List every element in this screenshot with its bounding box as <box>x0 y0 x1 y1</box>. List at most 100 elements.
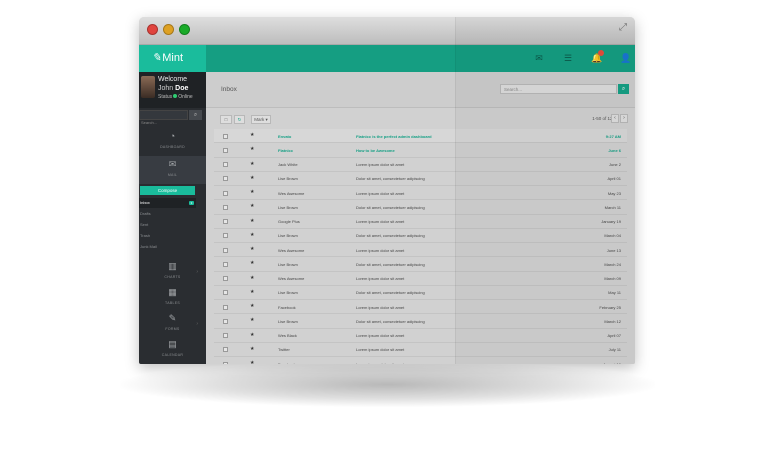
avatar[interactable] <box>141 76 155 98</box>
table-icon: ▦ <box>168 287 177 297</box>
star-icon[interactable]: ★ <box>250 360 254 364</box>
star-icon[interactable]: ★ <box>250 246 254 252</box>
folder-sent[interactable]: Sent <box>139 220 196 230</box>
row-checkbox[interactable] <box>223 147 228 153</box>
table-row[interactable]: ★ Envato Flatnicc is the perfect admin das… <box>214 129 627 144</box>
nav-item-forms[interactable]: ✎ FORMS › <box>139 310 206 338</box>
page-title: Inbox <box>221 86 237 93</box>
row-checkbox[interactable] <box>223 304 228 310</box>
star-icon[interactable]: ★ <box>250 146 254 152</box>
user-icon[interactable]: 👤 <box>620 52 632 64</box>
message-date: August 10 <box>602 361 621 365</box>
sidebar-search-button[interactable]: ⌕ <box>189 110 202 120</box>
row-checkbox[interactable] <box>223 247 228 253</box>
mark-dropdown[interactable]: Mark ▾ <box>251 115 271 124</box>
row-checkbox[interactable] <box>223 276 228 281</box>
compose-button[interactable]: Compose <box>140 186 195 195</box>
table-row[interactable]: ★ Facebook Lorem ipsum dolor sit amet Augus… <box>214 357 627 364</box>
row-checkbox[interactable] <box>223 318 228 324</box>
table-row[interactable]: ★ Lise Brown Dolor sit amet, consectetuer … <box>214 229 627 243</box>
star-icon[interactable]: ★ <box>250 218 254 224</box>
fullscreen-icon[interactable]: ⤢ <box>619 23 629 33</box>
next-page-button[interactable]: › <box>620 114 628 123</box>
table-row[interactable]: ★ Flatnicc How to be Awesome June 6 <box>214 143 627 158</box>
star-icon[interactable]: ★ <box>250 132 254 138</box>
previous-page-button[interactable]: ‹ <box>611 114 619 123</box>
table-row[interactable]: ★ Lise Brown Dolor sit amet, consectetuer … <box>214 286 627 300</box>
star-icon[interactable]: ★ <box>250 189 254 195</box>
row-checkbox[interactable] <box>223 290 228 296</box>
message-from: Envato <box>278 133 292 139</box>
row-checkbox[interactable] <box>223 133 228 139</box>
star-icon[interactable]: ★ <box>250 332 254 338</box>
select-all-checkbox[interactable]: □ <box>220 115 232 124</box>
row-checkbox[interactable] <box>223 361 228 364</box>
screenshot-stage: ⤢ ✎Mint ✉ ☰ 🔔 👤 Welcome John Doe Status O… <box>0 0 775 473</box>
message-from: Lise Brown <box>278 176 298 182</box>
first-name: John <box>158 85 174 92</box>
search-button[interactable]: ⌕ <box>618 84 629 94</box>
table-row[interactable]: ★ Wes Awesome Lorem ipsum dolor sit amet Ma… <box>214 272 627 286</box>
nav-item-charts[interactable]: ▥ CHARTS › <box>139 258 206 286</box>
row-checkbox[interactable] <box>223 190 228 196</box>
table-row[interactable]: ★ Twitter Lorem ipsum dolor sit amet July 1… <box>214 343 627 357</box>
sidebar-search-input[interactable]: Search... <box>139 110 188 125</box>
nav-item-calendar[interactable]: ▤ CALENDAR <box>139 336 206 364</box>
message-from: Wes Awesome <box>278 190 305 196</box>
zoom-window-button[interactable] <box>179 24 190 35</box>
row-checkbox[interactable] <box>223 162 228 167</box>
nav-label: FORMS <box>165 327 180 331</box>
user-profile: Welcome John Doe Status Online <box>139 72 206 108</box>
close-window-button[interactable] <box>147 24 158 35</box>
row-checkbox[interactable] <box>223 233 228 239</box>
unread-count-badge: 3 <box>189 201 194 205</box>
row-checkbox[interactable] <box>223 204 228 210</box>
table-row[interactable]: ★ Wes Black Lorem ipsum dolor sit amet Apri… <box>214 329 627 343</box>
folder-trash[interactable]: Trash <box>139 231 196 241</box>
minimize-window-button[interactable] <box>163 24 174 35</box>
message-subject: Dolor sit amet, consectetuer adipiscing <box>356 204 425 210</box>
folder-inbox[interactable]: Inbox 3 <box>139 198 196 208</box>
message-subject: Lorem ipsum dolor sit amet <box>356 361 405 365</box>
star-icon[interactable]: ★ <box>250 260 254 266</box>
star-icon[interactable]: ★ <box>250 161 254 167</box>
row-checkbox[interactable] <box>223 261 228 267</box>
star-icon[interactable]: ★ <box>250 203 254 209</box>
message-subject: Lorem ipsum dolor sit amet <box>356 190 405 196</box>
row-checkbox[interactable] <box>223 219 228 224</box>
nav-item-tables[interactable]: ▦ TABLES <box>139 284 206 312</box>
table-row[interactable]: ★ Lise Brown Dolor sit amet, consectetuer … <box>214 257 627 272</box>
star-icon[interactable]: ★ <box>250 275 254 281</box>
message-date: February 25 <box>599 304 621 310</box>
list-icon[interactable]: ☰ <box>562 52 574 64</box>
table-row[interactable]: ★ Wes Awesome Lorem ipsum dolor sit amet Ju… <box>214 243 627 258</box>
folder-junk-mail[interactable]: Junk Mail <box>139 242 196 252</box>
nav-label: TABLES <box>165 301 180 305</box>
star-icon[interactable]: ★ <box>250 303 254 309</box>
brand-logo[interactable]: ✎Mint <box>139 45 206 72</box>
message-from: Facebook <box>278 304 296 310</box>
nav-item-dashboard[interactable]: ◔ DASHBOARD <box>139 128 206 156</box>
table-row[interactable]: ★ Google Plus Lorem ipsum dolor sit amet Ja… <box>214 215 627 229</box>
row-checkbox[interactable] <box>223 347 228 353</box>
table-row[interactable]: ★ Lise Brown Dolor sit amet, consectetuer … <box>214 314 627 329</box>
table-row[interactable]: ★ Facebook Lorem ipsum dolor sit amet Febru… <box>214 300 627 315</box>
row-checkbox[interactable] <box>223 176 228 182</box>
table-row[interactable]: ★ Lise Brown Dolor sit amet, consectetuer … <box>214 200 627 215</box>
nav-label: CHARTS <box>164 275 181 279</box>
table-row[interactable]: ★ Lise Brown Dolor sit amet, consectetuer … <box>214 172 627 186</box>
star-icon[interactable]: ★ <box>250 232 254 238</box>
star-icon[interactable]: ★ <box>250 289 254 295</box>
envelope-icon[interactable]: ✉ <box>533 52 545 64</box>
star-icon[interactable]: ★ <box>250 317 254 323</box>
row-checkbox[interactable] <box>223 333 228 338</box>
folder-drafts[interactable]: Drafts <box>139 209 196 219</box>
star-icon[interactable]: ★ <box>250 346 254 352</box>
table-row[interactable]: ★ Wes Awesome Lorem ipsum dolor sit amet Ma… <box>214 186 627 201</box>
message-subject: Lorem ipsum dolor sit amet <box>356 162 405 167</box>
star-icon[interactable]: ★ <box>250 175 254 181</box>
table-row[interactable]: ★ Jack White Lorem ipsum dolor sit amet Jun… <box>214 158 627 172</box>
search-input[interactable]: Search... <box>500 84 617 94</box>
nav-item-mail[interactable]: ✉ MAIL <box>139 156 206 184</box>
refresh-button[interactable]: ↻ <box>234 115 245 124</box>
